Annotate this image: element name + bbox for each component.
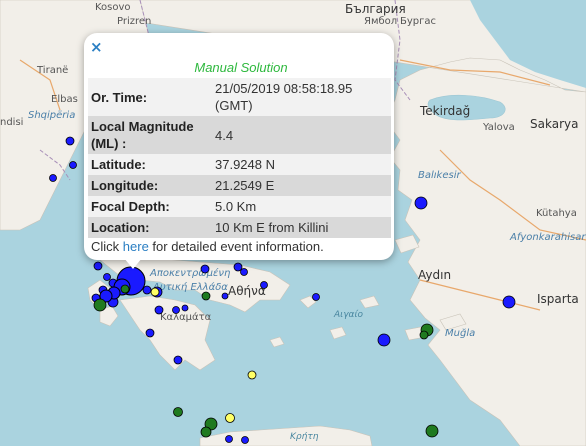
event-marker[interactable] xyxy=(65,136,75,146)
event-marker[interactable] xyxy=(142,285,152,295)
row-value: 10 Km E from Killini xyxy=(212,217,391,238)
event-marker[interactable] xyxy=(154,305,164,315)
close-icon[interactable]: × xyxy=(90,38,103,56)
event-marker[interactable] xyxy=(225,413,235,423)
event-marker[interactable] xyxy=(502,295,516,309)
row-value: 21/05/2019 08:58:18.95 (GMT) xyxy=(212,78,391,116)
event-marker[interactable] xyxy=(145,328,155,338)
detail-link[interactable]: here xyxy=(123,239,149,254)
table-row: Local Magnitude (ML) : 4.4 xyxy=(88,116,391,154)
row-label: Or. Time: xyxy=(88,78,212,116)
click-suffix: for detailed event information. xyxy=(148,239,324,254)
event-marker[interactable] xyxy=(419,330,429,340)
event-marker[interactable] xyxy=(103,273,111,281)
event-marker[interactable] xyxy=(312,293,320,301)
row-value: 21.2549 E xyxy=(212,175,391,196)
table-row: Location: 10 Km E from Killini xyxy=(88,217,391,238)
event-marker[interactable] xyxy=(414,196,428,210)
event-marker[interactable] xyxy=(200,264,210,274)
event-marker[interactable] xyxy=(172,306,180,314)
click-prefix: Click xyxy=(91,239,123,254)
row-label: Longitude: xyxy=(88,175,212,196)
event-marker[interactable] xyxy=(69,161,77,169)
row-value: 5.0 Km xyxy=(212,196,391,217)
event-marker[interactable] xyxy=(173,407,183,417)
table-row: Latitude: 37.9248 N xyxy=(88,154,391,175)
table-row: Or. Time: 21/05/2019 08:58:18.95 (GMT) xyxy=(88,78,391,116)
event-marker[interactable] xyxy=(200,426,212,438)
row-label: Location: xyxy=(88,217,212,238)
event-marker[interactable] xyxy=(377,333,391,347)
event-marker[interactable] xyxy=(173,355,183,365)
event-marker[interactable] xyxy=(247,370,257,380)
event-marker[interactable] xyxy=(201,291,211,301)
event-marker[interactable] xyxy=(181,304,189,312)
row-label: Latitude: xyxy=(88,154,212,175)
row-label: Local Magnitude (ML) : xyxy=(88,116,212,154)
row-label: Focal Depth: xyxy=(88,196,212,217)
table-row: Focal Depth: 5.0 Km xyxy=(88,196,391,217)
row-value: 4.4 xyxy=(212,116,391,154)
event-marker[interactable] xyxy=(93,261,103,271)
popup-tip xyxy=(124,258,142,269)
event-info-table: Or. Time: 21/05/2019 08:58:18.95 (GMT) L… xyxy=(88,78,391,238)
event-marker[interactable] xyxy=(150,287,160,297)
event-marker[interactable] xyxy=(225,435,233,443)
event-marker[interactable] xyxy=(425,424,439,438)
event-marker[interactable] xyxy=(49,174,57,182)
detail-link-line: Click here for detailed event informatio… xyxy=(91,239,324,254)
event-marker[interactable] xyxy=(241,436,249,444)
event-marker[interactable] xyxy=(221,292,229,300)
event-marker[interactable] xyxy=(260,281,268,289)
event-marker[interactable] xyxy=(240,268,248,276)
table-row: Longitude: 21.2549 E xyxy=(88,175,391,196)
row-value: 37.9248 N xyxy=(212,154,391,175)
event-marker[interactable] xyxy=(120,284,130,294)
event-marker[interactable] xyxy=(93,298,107,312)
popup-title: Manual Solution xyxy=(194,60,288,75)
